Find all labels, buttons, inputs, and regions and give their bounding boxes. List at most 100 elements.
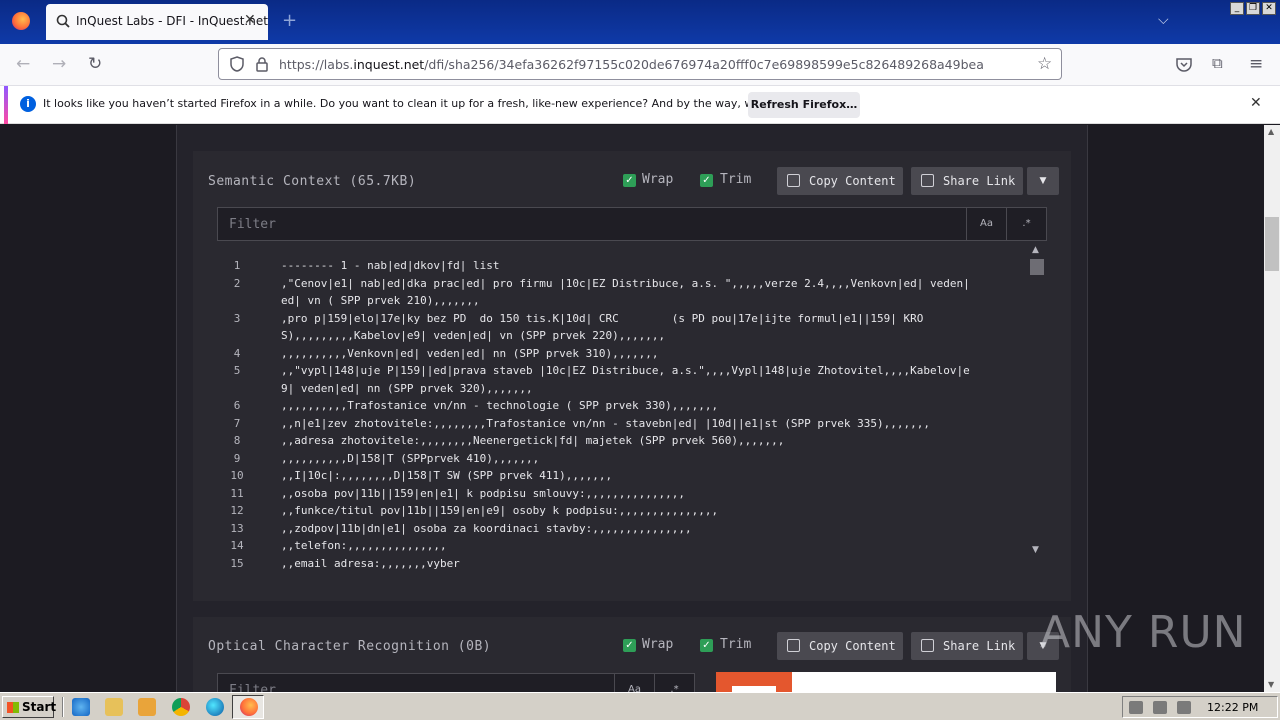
scroll-up-icon[interactable]: ▲ <box>1032 245 1039 255</box>
back-icon[interactable]: ← <box>16 54 30 74</box>
ocr-image-preview <box>716 672 1056 692</box>
match-case-toggle[interactable]: Aa <box>966 208 1006 240</box>
forward-icon[interactable]: → <box>52 54 66 74</box>
scroll-up-icon[interactable]: ▲ <box>1268 127 1274 136</box>
start-button[interactable]: Start <box>2 696 57 718</box>
trim-checkbox[interactable]: ✓ <box>700 639 713 652</box>
system-tray: 12:22 PM <box>1122 696 1278 718</box>
notification-message: It looks like you haven’t started Firefo… <box>43 97 828 110</box>
regex-toggle[interactable]: .* <box>654 674 694 692</box>
line-number: 15 <box>230 556 244 570</box>
copy-content-button[interactable]: Copy Content <box>777 632 903 660</box>
address-bar[interactable]: https://labs.inquest.net/dfi/sha256/34ef… <box>218 48 1062 80</box>
page-scrollbar[interactable]: ▲ ▼ <box>1264 125 1280 692</box>
menu-icon[interactable]: ≡ <box>1249 54 1263 74</box>
pocket-icon[interactable] <box>1176 57 1192 72</box>
media-player-icon[interactable] <box>138 698 156 716</box>
external-link-icon <box>921 639 934 652</box>
line-text: ,"Cenov|e1| nab|ed|dka prac|ed| pro firm… <box>281 276 970 308</box>
new-tab-icon[interactable]: + <box>282 10 297 31</box>
code-line: 9 ,,,,,,,,,,D|158|T (SPPprvek 410),,,,,,, <box>217 450 1023 468</box>
chrome-icon[interactable] <box>172 698 190 716</box>
line-text: ,,funkce/titul pov|11b||159|en|e9| osoby… <box>281 504 719 517</box>
panel-title: Semantic Context (65.7KB) <box>208 174 417 189</box>
copy-content-label: Copy Content <box>809 639 896 653</box>
navigation-toolbar: ← → ↻ https://labs.inquest.net/dfi/sha25… <box>0 44 1280 86</box>
page-content: Semantic Context (65.7KB) ✓ Wrap ✓ Trim … <box>0 125 1264 692</box>
start-label: Start <box>22 700 57 714</box>
reload-icon[interactable]: ↻ <box>88 54 102 74</box>
trim-checkbox[interactable]: ✓ <box>700 174 713 187</box>
taskbar-firefox-button[interactable] <box>232 695 264 719</box>
code-scrollbar[interactable]: ▲ ▼ <box>1030 243 1044 561</box>
code-line: 6 ,,,,,,,,,,Trafostanice vn/nn - technolo… <box>217 397 1023 415</box>
lock-icon[interactable] <box>255 56 269 72</box>
url-text: https://labs.inquest.net/dfi/sha256/34ef… <box>279 57 984 72</box>
wrap-checkbox[interactable]: ✓ <box>623 639 636 652</box>
trim-label: Trim <box>720 172 752 187</box>
line-number: 2 <box>233 276 241 290</box>
tab-close-icon[interactable]: ✕ <box>244 12 256 28</box>
refresh-firefox-button[interactable]: Refresh Firefox… <box>748 92 860 118</box>
network-icon[interactable] <box>1153 701 1167 714</box>
taskbar: Start 12:22 PM <box>0 692 1280 720</box>
volume-icon[interactable] <box>1129 701 1143 714</box>
code-line: 10 ,,I|10c|:,,,,,,,,D|158|T SW (SPP prvek… <box>217 467 1023 485</box>
code-line: 13 ,,zodpov|11b|dn|e1| osoba za koordinac… <box>217 520 1023 538</box>
more-options-dropdown[interactable]: ▼ <box>1027 167 1059 195</box>
scroll-thumb[interactable] <box>1030 259 1044 275</box>
restore-button[interactable]: ❐ <box>1246 2 1260 15</box>
copy-icon <box>787 639 800 652</box>
filter-input[interactable]: Filter Aa .* <box>217 207 1047 241</box>
regex-toggle[interactable]: .* <box>1006 208 1046 240</box>
tab-bar: InQuest Labs - DFI - InQuest.net ✕ + ⌵ _… <box>0 0 1280 44</box>
wrap-label: Wrap <box>642 172 674 187</box>
internet-explorer-icon[interactable] <box>72 698 90 716</box>
code-viewer[interactable]: 1 -------- 1 - nab|ed|dkov|fd| list 2 ,"Cen… <box>217 257 1023 569</box>
folder-icon[interactable] <box>105 698 123 716</box>
code-line: 4 ,,,,,,,,,,Venkovn|ed| veden|ed| nn (SPP… <box>217 345 1023 363</box>
share-link-label: Share Link <box>943 639 1016 653</box>
edge-icon[interactable] <box>206 698 224 716</box>
clock: 12:22 PM <box>1207 701 1259 714</box>
flag-icon[interactable] <box>1177 701 1191 714</box>
code-line: 8 ,,adresa zhotovitele:,,,,,,,,Neenergeti… <box>217 432 1023 450</box>
minimize-button[interactable]: _ <box>1230 2 1244 15</box>
code-line: 1 -------- 1 - nab|ed|dkov|fd| list <box>217 257 1023 275</box>
line-number: 10 <box>230 469 244 482</box>
firefox-logo-icon[interactable] <box>12 12 30 30</box>
copy-content-label: Copy Content <box>809 174 896 188</box>
scroll-down-icon[interactable]: ▼ <box>1032 545 1039 555</box>
line-text: ,,adresa zhotovitele:,,,,,,,,Neenergetic… <box>281 434 785 447</box>
semantic-context-panel: Semantic Context (65.7KB) ✓ Wrap ✓ Trim … <box>193 151 1071 601</box>
notification-close-icon[interactable]: ✕ <box>1250 95 1262 111</box>
tab-inquest[interactable]: InQuest Labs - DFI - InQuest.net ✕ <box>46 4 268 40</box>
line-number: 7 <box>233 416 241 430</box>
scroll-down-icon[interactable]: ▼ <box>1268 680 1274 689</box>
shield-icon[interactable] <box>229 56 245 72</box>
line-text: ,,,,,,,,,,D|158|T (SPPprvek 410),,,,,,, <box>281 451 540 465</box>
line-number: 9 <box>233 451 241 465</box>
line-number: 12 <box>230 504 244 517</box>
share-link-button[interactable]: Share Link <box>911 167 1023 195</box>
line-text: ,,,,,,,,,,Venkovn|ed| veden|ed| nn (SPP … <box>281 346 659 360</box>
match-case-toggle[interactable]: Aa <box>614 674 654 692</box>
share-link-button[interactable]: Share Link <box>911 632 1023 660</box>
line-number: 13 <box>230 521 244 535</box>
scroll-thumb[interactable] <box>1265 217 1279 271</box>
taskbar-separator <box>62 697 64 717</box>
line-text: ,,"vypl|148|uje P|159||ed|prava staveb |… <box>281 364 970 395</box>
filter-input[interactable]: Filter Aa .* <box>217 673 695 692</box>
code-line: 15 ,,email adresa:,,,,,,,vyber <box>217 555 1023 570</box>
extensions-icon[interactable]: ⧉ <box>1212 54 1223 72</box>
list-all-tabs-icon[interactable]: ⌵ <box>1158 12 1169 28</box>
copy-icon <box>787 174 800 187</box>
bookmark-star-icon[interactable]: ☆ <box>1037 54 1052 74</box>
info-icon: i <box>20 96 36 112</box>
wrap-checkbox[interactable]: ✓ <box>623 174 636 187</box>
copy-content-button[interactable]: Copy Content <box>777 167 903 195</box>
line-text: ,,I|10c|:,,,,,,,,D|158|T SW (SPP prvek 4… <box>281 469 613 482</box>
code-line: 14 ,,telefon:,,,,,,,,,,,,,,, <box>217 537 1023 555</box>
close-window-button[interactable]: ✕ <box>1262 2 1276 15</box>
line-number: 6 <box>233 399 241 412</box>
